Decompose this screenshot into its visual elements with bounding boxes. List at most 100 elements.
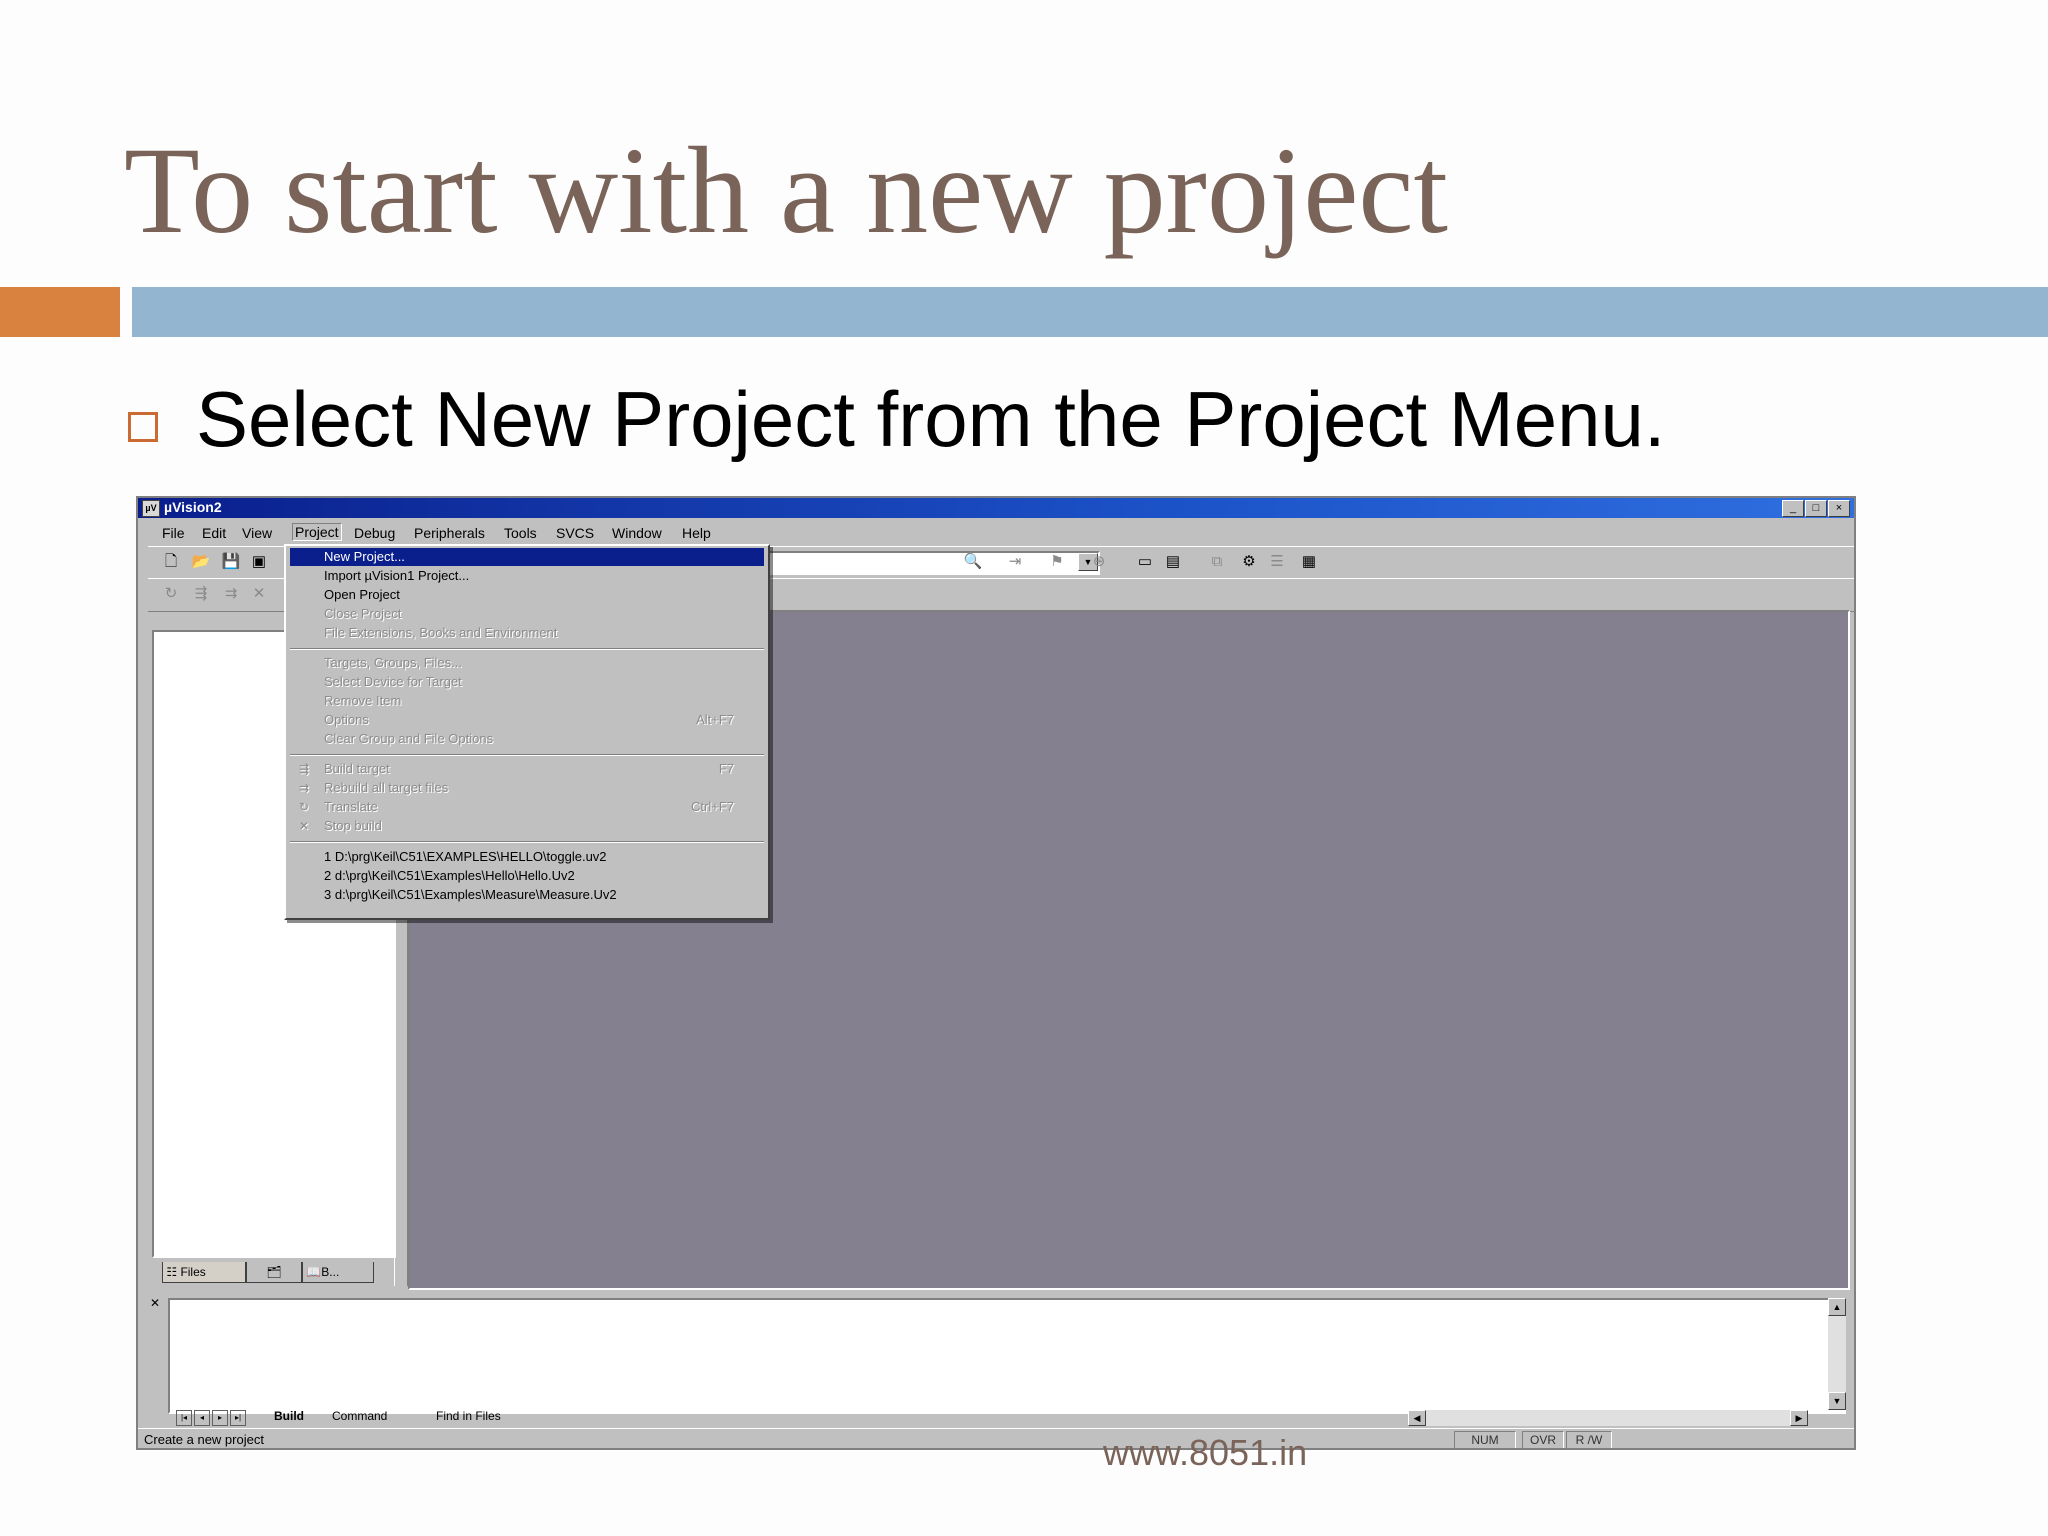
menu-item-stop-build[interactable]: ✕ Stop build (290, 817, 764, 835)
menu-tools[interactable]: Tools (504, 525, 537, 541)
menu-item-build-target[interactable]: ⇶ Build target F7 (290, 760, 764, 778)
status-text: Create a new project (144, 1432, 264, 1447)
menu-item-new-project[interactable]: New Project... (290, 548, 764, 566)
book-icon: 📖 (306, 1265, 322, 1279)
last-tab-icon[interactable]: ▸| (230, 1410, 246, 1426)
menu-item-recent-3[interactable]: 3 d:\prg\Keil\C51\Examples\Measure\Measu… (290, 886, 764, 904)
workspace-tabs: ☷ Files 🗂 📖B... (152, 1260, 392, 1284)
menu-file[interactable]: File (162, 525, 185, 541)
menu-item-translate[interactable]: ↻ Translate Ctrl+F7 (290, 798, 764, 816)
output-horizontal-scrollbar[interactable]: ◀ ▶ (1408, 1410, 1808, 1426)
save-icon[interactable]: 💾 (220, 552, 242, 572)
indent-icon[interactable]: ⇥ (1004, 552, 1026, 572)
zoom-icon[interactable]: ⊕ (1088, 552, 1110, 572)
project-menu-dropdown: New Project... Import µVision1 Project..… (284, 544, 770, 920)
menu-item-rebuild-all-label: Rebuild all target files (324, 780, 449, 795)
options-icon[interactable]: ⚙ (1238, 552, 1260, 572)
prev-tab-icon[interactable]: ◂ (194, 1410, 210, 1426)
accent-bar-blue (132, 287, 2048, 337)
link-icon[interactable]: ⧉ (1206, 552, 1228, 572)
window-title: µVision2 (164, 499, 222, 515)
menu-item-options[interactable]: Options Alt+F7 (290, 711, 764, 729)
stop-build-icon[interactable]: ✕ (248, 584, 270, 604)
new-file-icon[interactable]: 🗋 (160, 552, 182, 572)
save-all-icon[interactable]: ▣ (248, 552, 270, 572)
window-icon[interactable]: ▭ (1134, 552, 1156, 572)
menu-item-clear-options[interactable]: Clear Group and File Options (290, 730, 764, 748)
menu-item-open-project[interactable]: Open Project (290, 586, 764, 604)
tab-files-label: Files (180, 1265, 206, 1279)
menu-item-options-label: Options (324, 712, 369, 727)
bullet-square-icon (128, 412, 158, 442)
menu-bar: File Edit View Project Debug Peripherals… (138, 520, 1854, 544)
status-rw: R /W (1566, 1431, 1612, 1448)
maximize-button[interactable]: □ (1805, 500, 1827, 517)
menu-window[interactable]: Window (612, 525, 662, 541)
menu-item-close-project[interactable]: Close Project (290, 605, 764, 623)
menu-separator (290, 841, 764, 843)
shortcut-translate: Ctrl+F7 (691, 799, 734, 814)
menu-edit[interactable]: Edit (202, 525, 226, 541)
menu-help[interactable]: Help (682, 525, 711, 541)
list-icon[interactable]: ☰ (1266, 552, 1288, 572)
menu-debug[interactable]: Debug (354, 525, 395, 541)
rebuild-icon[interactable]: ⇉ (220, 584, 242, 604)
scroll-right-icon[interactable]: ▶ (1790, 1410, 1808, 1426)
tab-build[interactable]: Build (274, 1408, 304, 1425)
output-tabs: |◂ ◂ ▸ ▸| Build Command Find in Files (168, 1408, 1468, 1426)
shortcut-build-target: F7 (718, 761, 734, 776)
output-window[interactable] (168, 1298, 1846, 1414)
menu-item-import-project[interactable]: Import µVision1 Project... (290, 567, 764, 585)
status-num: NUM (1454, 1431, 1516, 1448)
menu-separator (290, 754, 764, 756)
shortcut-options: Alt+F7 (696, 712, 734, 727)
next-tab-icon[interactable]: ▸ (212, 1410, 228, 1426)
accent-bar-orange (0, 287, 120, 337)
menu-item-recent-2[interactable]: 2 d:\prg\Keil\C51\Examples\Hello\Hello.U… (290, 867, 764, 885)
title-bar[interactable]: µV µVision2 _ □ × (138, 498, 1854, 518)
close-button[interactable]: × (1828, 500, 1850, 517)
minimize-button[interactable]: _ (1782, 500, 1804, 517)
tab-books[interactable]: 📖B... (302, 1262, 374, 1283)
tab-regs[interactable]: 🗂 (246, 1262, 302, 1283)
tab-find-in-files[interactable]: Find in Files (436, 1408, 501, 1425)
translate-icon: ↻ (298, 800, 310, 814)
bookmark-icon[interactable]: ⚑ (1046, 552, 1068, 572)
menu-item-recent-1[interactable]: 1 D:\prg\Keil\C51\EXAMPLES\HELLO\toggle.… (290, 848, 764, 866)
stop-build-icon: ✕ (298, 819, 310, 833)
scroll-down-icon[interactable]: ▼ (1828, 1392, 1846, 1410)
open-folder-icon[interactable]: 📂 (190, 552, 212, 572)
menu-item-targets-groups-files[interactable]: Targets, Groups, Files... (290, 654, 764, 672)
menu-item-file-extensions[interactable]: File Extensions, Books and Environment (290, 624, 764, 642)
tab-command[interactable]: Command (332, 1408, 387, 1425)
output-vertical-scrollbar[interactable]: ▲ ▼ (1828, 1298, 1846, 1410)
menu-peripherals[interactable]: Peripherals (414, 525, 485, 541)
menu-item-translate-label: Translate (324, 799, 378, 814)
folder-icon: 🗂 (266, 1265, 282, 1279)
bullet-text: Select New Project from the Project Menu… (196, 375, 1666, 463)
slide-title: To start with a new project (124, 122, 1448, 259)
scroll-up-icon[interactable]: ▲ (1828, 1298, 1846, 1316)
menu-item-rebuild-all[interactable]: ⇉ Rebuild all target files (290, 779, 764, 797)
debug-window-icon[interactable]: ▤ (1162, 552, 1184, 572)
translate-icon[interactable]: ↻ (160, 584, 182, 604)
menu-project[interactable]: Project (292, 523, 342, 541)
menu-view[interactable]: View (242, 525, 272, 541)
close-icon[interactable]: ✕ (148, 1296, 162, 1310)
footer-url: www.8051.in (1103, 1432, 1308, 1473)
menu-separator (290, 648, 764, 650)
tab-files[interactable]: ☷ Files (162, 1262, 246, 1283)
rebuild-icon: ⇉ (298, 781, 310, 795)
build-target-icon: ⇶ (298, 762, 310, 776)
memory-icon[interactable]: ▦ (1298, 552, 1320, 572)
find-icon[interactable]: 🔍 (962, 552, 984, 572)
build-icon[interactable]: ⇶ (190, 584, 212, 604)
app-icon: µV (142, 500, 160, 517)
scroll-left-icon[interactable]: ◀ (1408, 1410, 1426, 1426)
menu-item-select-device[interactable]: Select Device for Target (290, 673, 764, 691)
menu-item-remove-item[interactable]: Remove Item (290, 692, 764, 710)
status-ovr: OVR (1522, 1431, 1564, 1448)
first-tab-icon[interactable]: |◂ (176, 1410, 192, 1426)
menu-item-build-target-label: Build target (324, 761, 390, 776)
menu-svcs[interactable]: SVCS (556, 525, 594, 541)
